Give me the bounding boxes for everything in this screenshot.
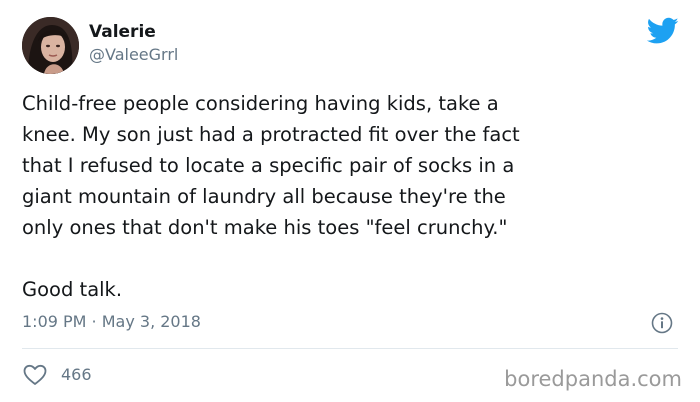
- like-count[interactable]: 466: [61, 364, 92, 386]
- tweet-card: Valerie @ValeeGrrl Child-free people con…: [0, 0, 700, 402]
- author-handle[interactable]: @ValeeGrrl: [89, 45, 178, 65]
- tweet-line: that I refused to locate a specific pair…: [22, 154, 515, 177]
- tweet-line: Child-free people considering having kid…: [22, 92, 499, 115]
- author-name[interactable]: Valerie: [89, 21, 156, 43]
- avatar[interactable]: [22, 17, 79, 74]
- info-icon[interactable]: [651, 312, 673, 334]
- tweet-line: only ones that don't make his toes "feel…: [22, 216, 508, 239]
- watermark: boredpanda.com: [504, 367, 682, 391]
- heart-icon[interactable]: [23, 364, 47, 386]
- tweet-line: knee. My son just had a protracted fit o…: [22, 123, 520, 146]
- tweet-closing: Good talk.: [22, 278, 123, 301]
- tweet-line: giant mountain of laundry all because th…: [22, 185, 506, 208]
- twitter-bird-icon[interactable]: [646, 17, 679, 45]
- tweet-text: Child-free people considering having kid…: [22, 88, 682, 305]
- divider: [22, 348, 678, 349]
- tweet-timestamp[interactable]: 1:09 PM · May 3, 2018: [22, 311, 201, 333]
